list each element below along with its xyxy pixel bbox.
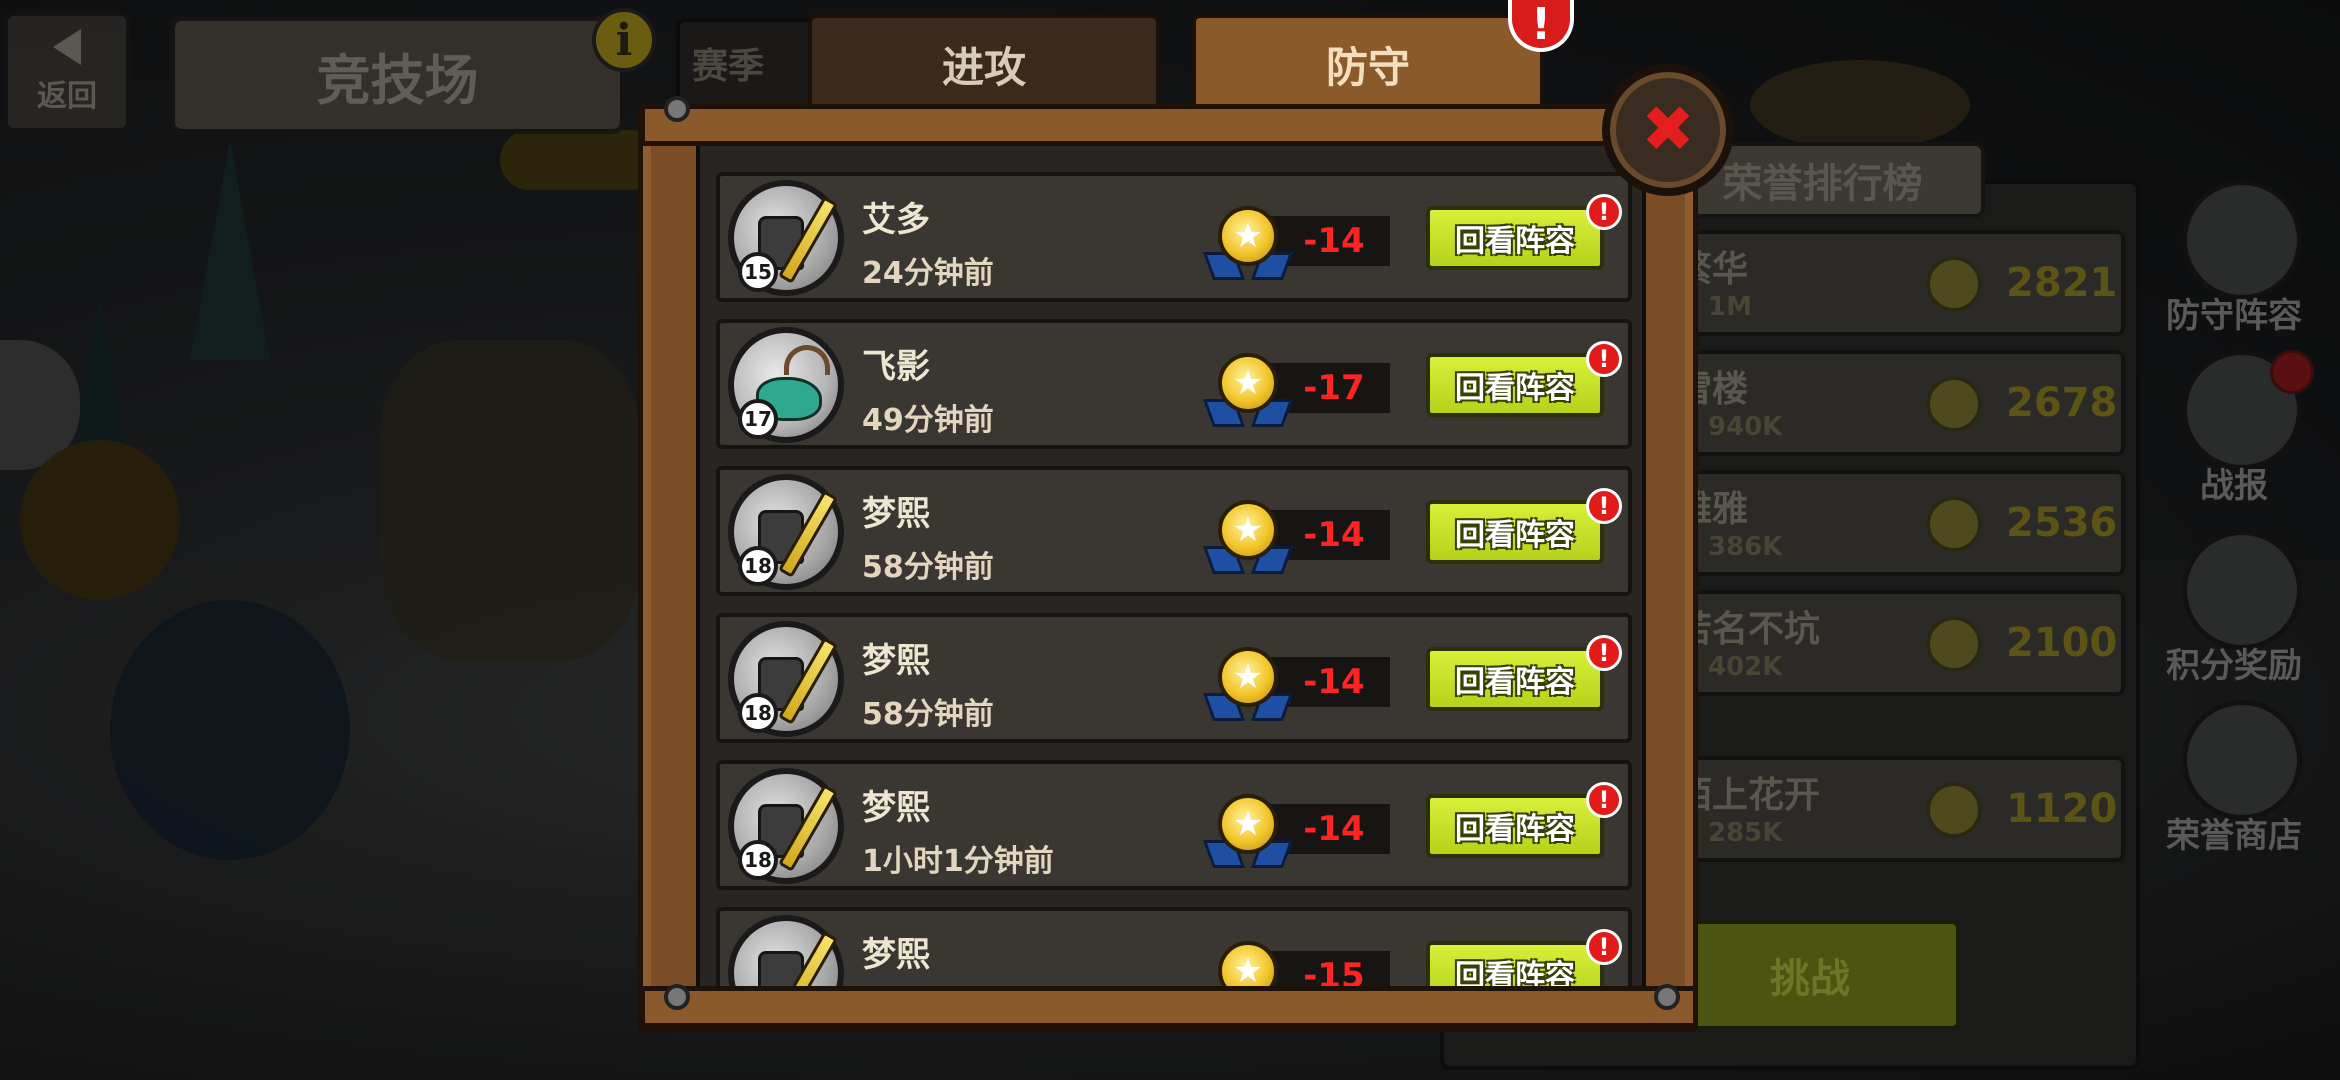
player-name: 梦熙 [862, 935, 930, 975]
alert-badge: ! [1586, 782, 1622, 818]
points-reward-button[interactable]: 积分奖励 [2150, 530, 2318, 690]
medal-star-icon: ★ [1218, 206, 1278, 266]
ranking-power: 402K [1708, 652, 1783, 682]
ranking-power: 940K [1708, 412, 1783, 442]
knight-avatar-icon: 18 [728, 621, 844, 737]
medal-icon [1926, 782, 1982, 838]
view-lineup-button[interactable]: 回看阵容 [1426, 500, 1604, 564]
medal-star-icon: ★ [1218, 647, 1278, 707]
antler-shape [784, 345, 830, 375]
medal-icon [1926, 376, 1982, 432]
defense-lineup-button[interactable]: 防守阵容 [2150, 180, 2318, 340]
record-row: 17 飞影 49分钟前 -17 ★ 回看阵容 ! [716, 319, 1632, 449]
player-name: 梦熙 [862, 494, 930, 534]
nail-icon [664, 96, 690, 122]
alert-badge [2270, 350, 2314, 394]
record-time: 58分钟前 [862, 550, 994, 585]
view-lineup-button[interactable]: 回看阵容 [1426, 206, 1604, 270]
level-badge: 15 [738, 252, 778, 292]
defense-record-list[interactable]: 15 艾多 24分钟前 -14 ★ 回看阵容 ! 17 飞影 49分钟前 -17… [696, 146, 1646, 986]
side-button-label: 防守阵容 [2166, 296, 2302, 336]
side-button-label: 荣誉商店 [2166, 816, 2302, 856]
back-button[interactable]: 返回 [4, 12, 130, 132]
tab-defense[interactable]: 防守 [1192, 14, 1544, 110]
record-row: 18 梦熙 1小时1分钟前 -14 ★ 回看阵容 ! [716, 760, 1632, 890]
alert-badge: ! [1586, 929, 1622, 965]
tab-attack[interactable]: 进攻 [808, 14, 1160, 110]
deer-rider-avatar-icon: 17 [728, 327, 844, 443]
alert-badge: ! [1586, 635, 1622, 671]
frame-top-beam [640, 104, 1698, 146]
battle-report-button[interactable]: 战报 [2150, 350, 2318, 510]
back-arrow-icon [53, 29, 81, 65]
record-row: 18 梦熙 58分钟前 -14 ★ 回看阵容 ! [716, 466, 1632, 596]
alert-badge: ! [1586, 488, 1622, 524]
ranking-power: 285K [1708, 818, 1783, 848]
player-name: 梦熙 [862, 788, 930, 828]
knight-avatar-icon [728, 915, 844, 986]
gem-icon [2182, 700, 2302, 820]
medal-star-icon: ★ [1218, 941, 1278, 986]
close-icon: ✖ [1641, 93, 1695, 167]
medal-icon [1926, 496, 1982, 552]
record-row: 18 梦熙 58分钟前 -14 ★ 回看阵容 ! [716, 613, 1632, 743]
ranking-power: 386K [1708, 532, 1783, 562]
score-delta: -15 [1260, 951, 1390, 986]
player-name: 梦熙 [862, 641, 930, 681]
player-name: 飞影 [862, 347, 930, 387]
view-lineup-button[interactable]: 回看阵容 [1426, 353, 1604, 417]
ranking-score: 2821 [2006, 260, 2118, 306]
medal-star-icon: ★ [1218, 794, 1278, 854]
frame-bottom-beam [640, 986, 1698, 1028]
medal-icon [1926, 616, 1982, 672]
knight-avatar-icon: 18 [728, 474, 844, 590]
level-badge: 18 [738, 693, 778, 733]
record-time: 24分钟前 [862, 256, 994, 291]
view-lineup-button[interactable]: 回看阵容 [1426, 794, 1604, 858]
knight-avatar-icon: 15 [728, 180, 844, 296]
level-badge: 18 [738, 546, 778, 586]
level-badge: 18 [738, 840, 778, 880]
back-label: 返回 [37, 79, 97, 114]
ranking-score: 2536 [2006, 500, 2118, 546]
player-name: 艾多 [862, 200, 930, 240]
ranking-power: 1M [1708, 292, 1752, 322]
alert-badge: ! [1586, 341, 1622, 377]
medal-star-icon: ★ [1218, 353, 1278, 413]
knight-avatar-icon: 18 [728, 768, 844, 884]
season-tag: 赛季 [676, 18, 816, 108]
challenge-button[interactable]: 挑战 [1660, 920, 1960, 1030]
record-time: 58分钟前 [862, 697, 994, 732]
ranking-score: 2678 [2006, 380, 2118, 426]
record-time: 49分钟前 [862, 403, 994, 438]
ranking-score: 2100 [2006, 620, 2118, 666]
record-row: 梦熙 -15 ★ 回看阵容 ! [716, 907, 1632, 986]
record-time: 1小时1分钟前 [862, 844, 1054, 879]
nail-icon [1654, 984, 1680, 1010]
page-title: 竞技场 [170, 16, 625, 134]
record-row: 15 艾多 24分钟前 -14 ★ 回看阵容 ! [716, 172, 1632, 302]
star-icon [2182, 530, 2302, 650]
info-icon[interactable]: i [592, 8, 656, 72]
close-button[interactable]: ✖ [1602, 64, 1734, 196]
medal-star-icon: ★ [1218, 500, 1278, 560]
view-lineup-button[interactable]: 回看阵容 [1426, 647, 1604, 711]
ranking-score: 1120 [2006, 786, 2118, 832]
side-button-label: 战报 [2200, 466, 2268, 506]
medal-icon [1926, 256, 1982, 312]
side-button-label: 积分奖励 [2166, 646, 2302, 686]
nail-icon [664, 984, 690, 1010]
honor-shop-button[interactable]: 荣誉商店 [2150, 700, 2318, 860]
alert-badge: ! [1586, 194, 1622, 230]
shield-icon [2182, 180, 2302, 300]
level-badge: 17 [738, 399, 778, 439]
view-lineup-button[interactable]: 回看阵容 [1426, 941, 1604, 986]
